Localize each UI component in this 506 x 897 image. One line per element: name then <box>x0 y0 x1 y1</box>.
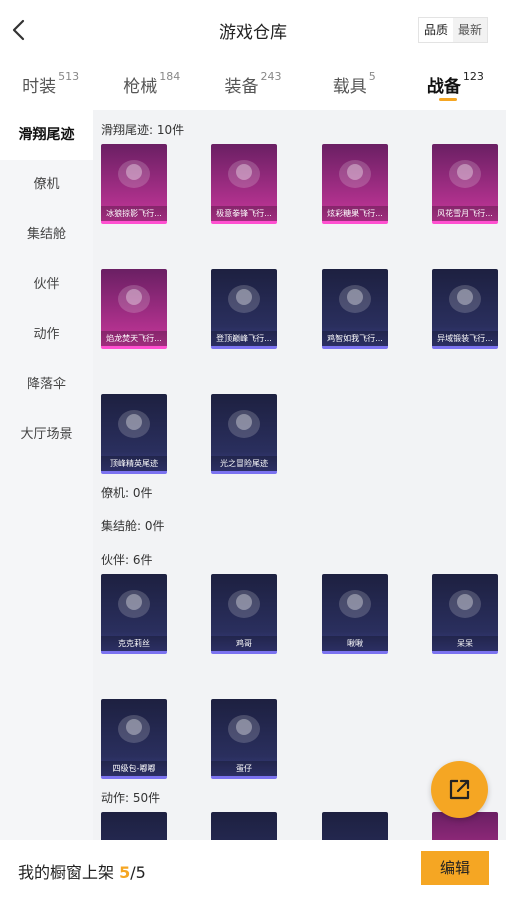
item-card[interactable]: 呆呆 <box>432 574 498 654</box>
item-card[interactable]: 风花雪月飞行... <box>432 144 498 224</box>
tab-count: 123 <box>462 70 484 83</box>
section-title-wingman: 僚机: 0件 <box>101 486 153 500</box>
item-card[interactable] <box>322 812 388 840</box>
item-image <box>432 574 498 636</box>
item-name: 鸡智如我飞行... <box>322 331 388 346</box>
item-image <box>101 144 167 206</box>
category-tabs: 时装513 枪械184 装备243 载具5 战备123 <box>0 60 506 110</box>
item-image <box>211 699 277 761</box>
sidebar-item-glide-trail[interactable]: 滑翔尾迹 <box>0 110 93 160</box>
item-card[interactable]: 鸡哥 <box>211 574 277 654</box>
item-card[interactable]: 蛋仔 <box>211 699 277 779</box>
item-image <box>432 269 498 331</box>
share-icon <box>449 779 470 800</box>
item-image <box>101 574 167 636</box>
sidebar-item-lobby-scene[interactable]: 大厅场景 <box>0 410 93 460</box>
item-image <box>322 144 388 206</box>
item-name: 光之冒险尾迹 <box>211 456 277 471</box>
sidebar: 滑翔尾迹 僚机 集结舱 伙伴 动作 降落伞 大厅场景 <box>0 110 93 840</box>
item-image <box>101 394 167 456</box>
item-card[interactable]: 异域锻装飞行... <box>432 269 498 349</box>
item-card[interactable]: 冰狼掠影飞行... <box>101 144 167 224</box>
edit-button[interactable]: 编辑 <box>421 851 489 885</box>
item-name: 呆呆 <box>432 636 498 651</box>
item-card[interactable]: 光之冒险尾迹 <box>211 394 277 474</box>
item-image <box>101 269 167 331</box>
item-card[interactable]: 登顶巅峰飞行... <box>211 269 277 349</box>
section-title-action: 动作: 50件 <box>101 791 161 805</box>
tab-label: 时装 <box>22 77 57 97</box>
item-name: 鸡哥 <box>211 636 277 651</box>
showcase-label: 我的橱窗上架 <box>18 863 115 882</box>
item-grid-area[interactable]: 滑翔尾迹: 10件 冰狼掠影飞行... 极意拳锋飞行... 炫彩糖果飞行... 风花雪… <box>93 110 506 840</box>
sidebar-item-capsule[interactable]: 集结舱 <box>0 210 93 260</box>
item-card[interactable]: 鸡智如我飞行... <box>322 269 388 349</box>
section-title-partner: 伙伴: 6件 <box>101 553 153 567</box>
showcase-count: 5 <box>119 863 131 882</box>
tab-count: 513 <box>58 70 80 83</box>
tab-count: 243 <box>260 70 282 83</box>
sort-quality-button[interactable]: 品质 <box>418 18 453 42</box>
item-name: 顶峰精英尾迹 <box>101 456 167 471</box>
item-image <box>211 269 277 331</box>
tab-count: 5 <box>368 70 376 83</box>
sort-toggle[interactable]: 品质 最新 <box>417 17 488 43</box>
section-title-glide: 滑翔尾迹: 10件 <box>101 123 185 137</box>
showcase-total: /5 <box>130 863 146 882</box>
tab-guns[interactable]: 枪械184 <box>101 60 202 110</box>
item-image <box>101 699 167 761</box>
tab-label: 战备 <box>426 77 461 97</box>
item-name: 冰狼掠影飞行... <box>101 206 167 221</box>
tab-fashion[interactable]: 时装513 <box>0 60 101 110</box>
sidebar-item-wingman[interactable]: 僚机 <box>0 160 93 210</box>
item-image <box>322 269 388 331</box>
sidebar-item-action[interactable]: 动作 <box>0 310 93 360</box>
item-name: 登顶巅峰飞行... <box>211 331 277 346</box>
top-bar: 游戏仓库 品质 最新 <box>0 0 506 60</box>
item-card[interactable]: 顶峰精英尾迹 <box>101 394 167 474</box>
tab-label: 载具 <box>332 77 367 97</box>
item-image <box>211 394 277 456</box>
tab-label: 枪械 <box>123 77 158 97</box>
section-title-capsule: 集结舱: 0件 <box>101 519 165 533</box>
item-card[interactable]: 炫彩糖果飞行... <box>322 144 388 224</box>
item-card[interactable]: 四级包-嘟嘟 <box>101 699 167 779</box>
tab-label: 装备 <box>224 77 259 97</box>
item-card[interactable]: 焰龙焚天飞行... <box>101 269 167 349</box>
active-tab-indicator <box>439 98 458 101</box>
tab-battle-gear[interactable]: 战备123 <box>405 60 506 110</box>
item-image <box>211 574 277 636</box>
item-card[interactable] <box>211 812 277 840</box>
item-image <box>211 144 277 206</box>
item-card[interactable] <box>101 812 167 840</box>
sort-newest-button[interactable]: 最新 <box>453 18 487 42</box>
item-name: 极意拳锋飞行... <box>211 206 277 221</box>
item-card[interactable]: 极意拳锋飞行... <box>211 144 277 224</box>
tab-vehicles[interactable]: 载具5 <box>304 60 405 110</box>
sidebar-item-parachute[interactable]: 降落伞 <box>0 360 93 410</box>
item-name: 炫彩糖果飞行... <box>322 206 388 221</box>
item-name: 风花雪月飞行... <box>432 206 498 221</box>
item-image <box>322 574 388 636</box>
item-card[interactable]: 克克莉丝 <box>101 574 167 654</box>
item-name: 异域锻装飞行... <box>432 331 498 346</box>
item-image <box>432 144 498 206</box>
item-name: 四级包-嘟嘟 <box>101 761 167 776</box>
showcase-bar: 我的橱窗上架 5/5 编辑 <box>0 840 506 897</box>
item-name: 焰龙焚天飞行... <box>101 331 167 346</box>
share-button[interactable] <box>431 761 488 818</box>
sidebar-item-partner[interactable]: 伙伴 <box>0 260 93 310</box>
item-card[interactable]: 啾啾 <box>322 574 388 654</box>
tab-count: 184 <box>159 70 181 83</box>
item-name: 克克莉丝 <box>101 636 167 651</box>
showcase-status: 我的橱窗上架 5/5 <box>18 859 146 883</box>
tab-equipment[interactable]: 装备243 <box>202 60 303 110</box>
item-name: 蛋仔 <box>211 761 277 776</box>
item-name: 啾啾 <box>322 636 388 651</box>
